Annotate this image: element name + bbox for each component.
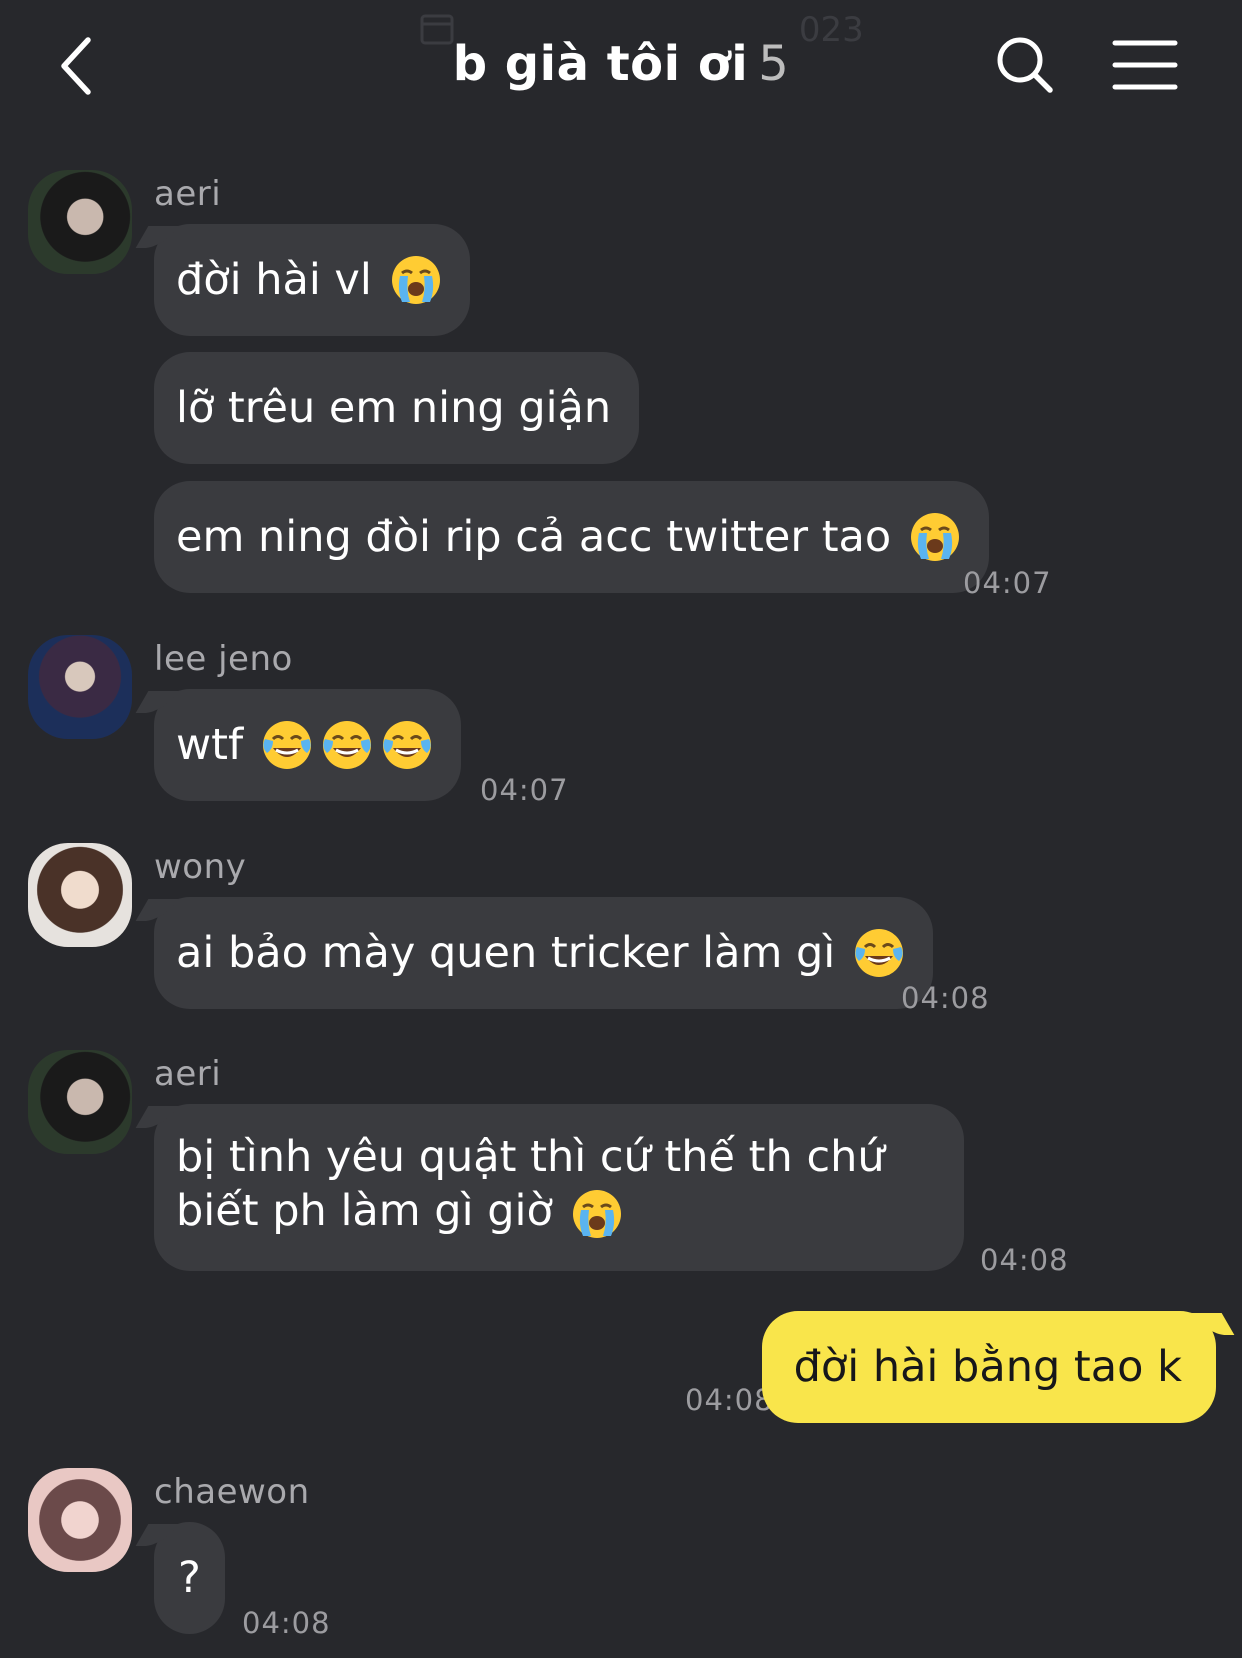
- message-timestamp: 04:08: [901, 981, 990, 1015]
- message-text: ?: [178, 1553, 201, 1603]
- message-text: em ning đòi rip cả acc twitter tao: [176, 512, 892, 562]
- message-timestamp: 04:08: [242, 1606, 331, 1640]
- message-bubble[interactable]: ai bảo mày quen tricker làm gì: [154, 897, 934, 1009]
- message-text: wtf: [176, 720, 244, 770]
- chat-title[interactable]: b già tôi ơi 5: [453, 36, 790, 92]
- face-with-tears-of-joy-icon: [321, 719, 373, 771]
- avatar[interactable]: [28, 843, 132, 947]
- face-with-tears-of-joy-icon: [853, 927, 905, 979]
- sender-name: chaewon: [154, 1472, 310, 1512]
- sender-name: lee jeno: [154, 639, 293, 679]
- message-timestamp: 04:08: [980, 1243, 1069, 1277]
- hamburger-menu-icon: [1112, 40, 1178, 90]
- avatar[interactable]: [28, 170, 132, 274]
- message-text: đời hài bằng tao k: [793, 1342, 1182, 1392]
- message-bubble[interactable]: đời hài vl: [154, 224, 470, 336]
- message-bubble-self[interactable]: đời hài bằng tao k: [761, 1311, 1216, 1423]
- avatar[interactable]: [28, 635, 132, 739]
- loudly-crying-face-icon: [390, 254, 442, 306]
- message-text: bị tình yêu quật thì cứ thế th chứ biết …: [176, 1130, 936, 1240]
- sender-name: aeri: [154, 1054, 222, 1094]
- message-text: đời hài vl: [176, 255, 372, 305]
- message-bubble[interactable]: lỡ trêu em ning giận: [154, 352, 640, 464]
- loudly-crying-face-icon: [571, 1188, 623, 1240]
- message-text: lỡ trêu em ning giận: [176, 383, 612, 433]
- search-icon: [997, 37, 1053, 93]
- chat-title-text: b già tôi ơi: [452, 36, 749, 92]
- message-timestamp: 04:07: [480, 773, 569, 807]
- message-text: ai bảo mày quen tricker làm gì: [176, 928, 836, 978]
- member-count: 5: [758, 36, 790, 92]
- avatar[interactable]: [28, 1468, 132, 1572]
- message-timestamp: 04:07: [963, 566, 1052, 600]
- message-bubble[interactable]: ?: [154, 1522, 225, 1634]
- message-bubble[interactable]: wtf: [154, 689, 462, 801]
- avatar[interactable]: [28, 1050, 132, 1154]
- sender-name: aeri: [154, 174, 222, 214]
- face-with-tears-of-joy-icon: [381, 719, 433, 771]
- search-button[interactable]: [994, 34, 1056, 96]
- chat-header: 023 b già tôi ơi 5: [0, 0, 1242, 140]
- sender-name: wony: [154, 847, 247, 887]
- message-timestamp: 04:08: [685, 1383, 774, 1417]
- message-bubble[interactable]: bị tình yêu quật thì cứ thế th chứ biết …: [154, 1104, 964, 1271]
- loudly-crying-face-icon: [909, 511, 961, 563]
- message-text-content: bị tình yêu quật thì cứ thế th chứ biết …: [176, 1132, 885, 1236]
- face-with-tears-of-joy-icon: [261, 719, 313, 771]
- menu-button[interactable]: [1112, 38, 1178, 92]
- message-bubble[interactable]: em ning đòi rip cả acc twitter tao: [154, 481, 990, 593]
